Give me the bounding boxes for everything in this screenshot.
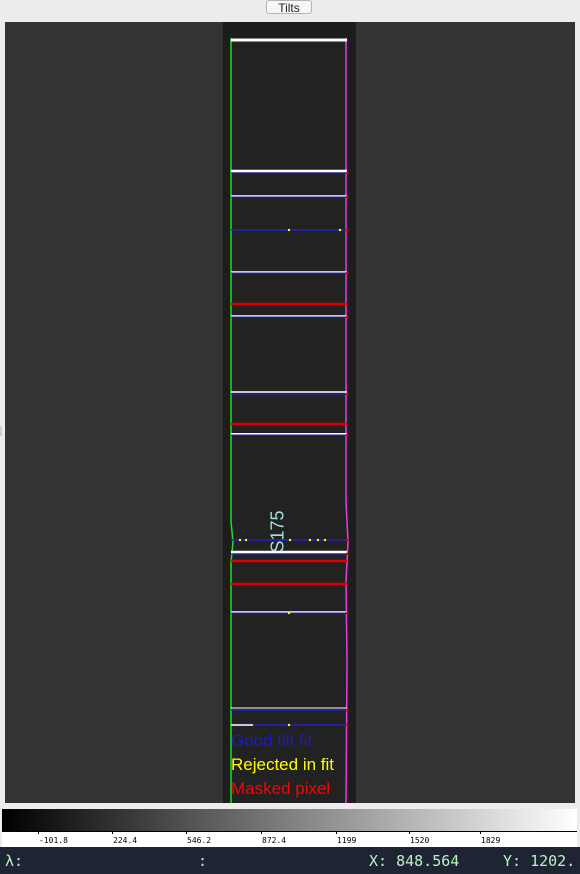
colorbar-tick-mark [409,831,410,834]
masked-point [345,195,349,199]
colorbar-tick: 872.4 [262,836,287,845]
slit-label: S175 [267,510,288,553]
masked-point [345,708,349,712]
right-resize-handle[interactable]: ⋮ [576,420,580,440]
tilt-overlay [230,38,349,803]
masked-point [345,171,349,175]
rejected-point [287,723,291,727]
masked-point [345,315,349,319]
colorbar-tick: 224.4 [113,836,138,845]
masked-point [345,392,349,396]
masked-point [345,611,349,615]
legend-good-fit: Good tilt fit [231,731,313,750]
legend-masked: Masked pixel [231,779,331,798]
status-separator: : [198,852,208,870]
colorbar-tick: 1199 [337,836,357,845]
left-slit-edge [230,38,234,803]
rejected-point [323,538,327,542]
masked-point [345,228,349,232]
masked-point [345,538,349,542]
y-coordinate-readout: Y: 1202. [503,852,576,870]
masked-point [345,271,349,275]
rejected-point [308,538,312,542]
colorbar-tick: 546.2 [187,836,212,845]
x-coordinate-readout: X: 848.564 [369,852,460,870]
colorbar [2,809,577,831]
colorbar-tick-mark [261,831,262,834]
status-bar: λ: : X: 848.564 Y: 1202. [0,847,580,874]
masked-point [345,433,349,437]
rejected-point [244,538,248,542]
colorbar-tick-mark [480,831,481,834]
rejected-point [287,611,291,615]
colorbar-tick: 1520 [410,836,430,845]
colorbar-tick: 1829 [481,836,501,845]
right-slit-edge [345,38,349,803]
tab-tilts[interactable]: Tilts [266,0,312,15]
masked-point [345,552,349,556]
colorbar-tick-mark [336,831,337,834]
arc-lines [231,38,347,726]
colorbar-tick: -101.8 [39,836,68,845]
colorbar-tick-mark [112,831,113,834]
rejected-point [287,228,291,232]
legend-rejected: Rejected in fit [231,755,334,774]
rejected-point [338,228,342,232]
colorbar-tick-mark [186,831,187,834]
rejected-point [288,538,292,542]
image-canvas[interactable]: S175 Good tilt fit Rejected in fit Maske… [5,22,575,803]
masked-point [345,723,349,727]
left-resize-handle[interactable] [0,426,2,436]
colorbar-scale: -101.8 224.4 546.2 872.4 1199 1520 1829 [2,831,577,847]
rejected-point [238,538,242,542]
wavelength-readout: λ: [5,852,24,870]
colorbar-tick-mark [38,831,39,834]
rejected-point [316,538,320,542]
